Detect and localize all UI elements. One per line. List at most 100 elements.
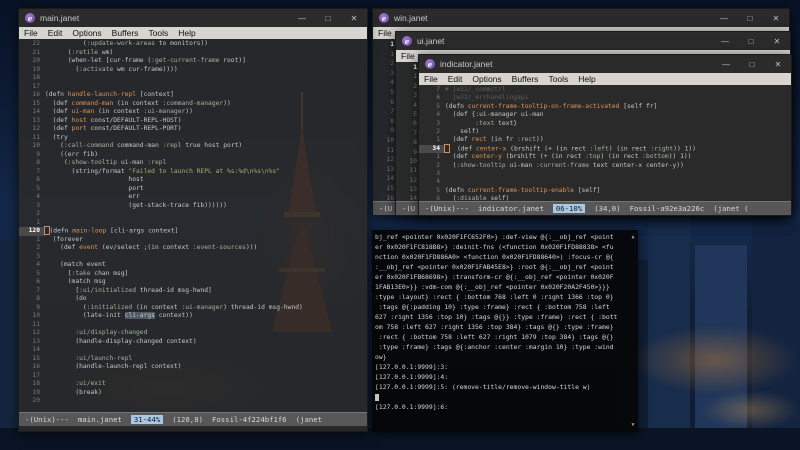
menu-options[interactable]: Options (472, 74, 501, 84)
maximize-button[interactable]: □ (737, 9, 763, 27)
code-line[interactable]: 5 port (19, 185, 367, 194)
code-line[interactable]: 5 (defn current-frame-tooltip-enable [sel… (419, 187, 791, 195)
code-line[interactable]: 15 (def command-man (in context :command… (19, 100, 367, 109)
menu-tools[interactable]: Tools (548, 74, 568, 84)
menu-tools[interactable]: Tools (148, 28, 168, 38)
code-line[interactable]: 22 (:update-work-areas to monitors)) (19, 40, 367, 49)
code-line[interactable]: 7 [:ui/initialized thread-id msg-hwnd] (19, 287, 367, 296)
window-title: indicator.janet (440, 59, 493, 69)
titlebar[interactable]: e ui.janet — □ ✕ (396, 32, 790, 50)
code-line[interactable]: 20 (when-let [cur-frame (:get-current-fr… (19, 57, 367, 66)
code-line[interactable]: 6 host (19, 176, 367, 185)
menu-file[interactable]: File (424, 74, 438, 84)
code-line[interactable]: 9 (:initialized (in context :ui-manager)… (19, 304, 367, 313)
code-line[interactable]: 6 (match msg (19, 278, 367, 287)
code-line[interactable]: 17 (19, 83, 367, 92)
code-line[interactable]: 120 (defn main-loop [cli-args context] (19, 226, 367, 236)
menu-edit[interactable]: Edit (448, 74, 463, 84)
code-line[interactable]: 13 (def host const/DEFAULT-REPL-HOST) (19, 117, 367, 126)
code-area[interactable]: 22 (:update-work-areas to monitors)) 21 (… (19, 39, 367, 412)
code-line[interactable]: 8 (:show-tooltip ui-man :repl (19, 159, 367, 168)
code-line[interactable]: 3 :text text} (419, 120, 791, 128)
code-line[interactable]: 2 self) (419, 128, 791, 136)
code-line[interactable]: 16 (handle-launch-repl context) (19, 363, 367, 372)
code-line[interactable]: 3 (419, 170, 791, 178)
code-line[interactable]: 19 (:activate wm cur-frame)))) (19, 66, 367, 75)
code-line[interactable]: 1 (def center-y (brshift (+ (in rect :to… (419, 153, 791, 161)
minimize-button[interactable]: — (713, 55, 739, 73)
menu-options[interactable]: Options (72, 28, 101, 38)
menu-help[interactable]: Help (178, 28, 195, 38)
code-line[interactable]: 4 err (19, 193, 367, 202)
menu-file[interactable]: File (378, 28, 392, 38)
console-line: [127.0.0.1:9999]:5: (remove-title/remove… (375, 383, 591, 391)
code-line[interactable]: 1 (def rect (in fr :rect)) (419, 136, 791, 144)
code-line[interactable]: 2 (:show-tooltip ui-man :current-frame t… (419, 162, 791, 170)
titlebar[interactable]: e main.janet — □ ✕ (19, 9, 367, 27)
code-line[interactable]: 14 (def ui-man (in context :ui-manager)) (19, 108, 367, 117)
code-line[interactable]: 3 (get-stack-trace fib)))))) (19, 202, 367, 211)
code-line[interactable]: 1 (19, 219, 367, 228)
code-line[interactable]: 13 (handle-display-changed context) (19, 338, 367, 347)
menu-file[interactable]: File (401, 51, 415, 61)
line-number: 5 (36, 184, 40, 192)
code-line[interactable]: 11 (19, 321, 367, 330)
scroll-down-arrow[interactable]: ▼ (629, 421, 637, 429)
code-line[interactable]: 20 (19, 397, 367, 406)
modeline[interactable]: -(Unix)--- main.janet 31-44% (120,8) Fossil-… (19, 412, 367, 426)
minimize-button[interactable]: — (289, 9, 315, 27)
minimize-button[interactable]: — (712, 32, 738, 50)
code-line[interactable]: 1 (forever (19, 236, 367, 245)
code-line[interactable]: 34 (def center-x (brshift (+ (in rect :l… (419, 143, 791, 154)
menu-edit[interactable]: Edit (48, 28, 63, 38)
code-line[interactable]: 14 (19, 346, 367, 355)
code-line[interactable]: 8 (do (19, 295, 367, 304)
code-line[interactable]: 7 (string/format "Failed to launch REPL … (19, 168, 367, 177)
code-line[interactable]: 6 jw32/_errhandlingapi (419, 94, 791, 102)
line-number: 15 (32, 354, 40, 362)
code-line[interactable]: 12 (def port const/DEFAULT-REPL-PORT) (19, 125, 367, 134)
code-line[interactable]: 5 [:take chan msg] (19, 270, 367, 279)
repl-console[interactable]: bj_ref <pointer 0x020F1FC652F0>} :def-vi… (372, 230, 638, 432)
minibuffer[interactable] (19, 426, 367, 431)
close-button[interactable]: ✕ (341, 9, 367, 27)
maximize-button[interactable]: □ (738, 32, 764, 50)
scroll-up-arrow[interactable]: ▲ (629, 233, 637, 241)
maximize-button[interactable]: □ (315, 9, 341, 27)
code-line[interactable]: 15 :ui/launch-repl (19, 355, 367, 364)
code-line[interactable]: 4 (match event (19, 261, 367, 270)
code-line[interactable]: 6 (:disable self) (419, 195, 791, 201)
titlebar[interactable]: e win.janet — □ ✕ (373, 9, 789, 27)
menu-file[interactable]: File (24, 28, 38, 38)
maximize-button[interactable]: □ (739, 55, 765, 73)
code-line[interactable]: 4 (419, 178, 791, 186)
code-line[interactable]: 12 :ui/display-changed (19, 329, 367, 338)
code-line[interactable]: 18 (19, 74, 367, 83)
menu-buffers[interactable]: Buffers (112, 28, 139, 38)
code-area[interactable]: 7 # jw32/_commctrl 6 jw32/_errhandlingapi 5… (419, 85, 791, 201)
code-line[interactable]: 11 (try (19, 134, 367, 143)
menu-buffers[interactable]: Buffers (512, 74, 539, 84)
close-button[interactable]: ✕ (763, 9, 789, 27)
minimize-button[interactable]: — (711, 9, 737, 27)
code-line[interactable]: 10 (:call-command command-man :repl true… (19, 142, 367, 151)
code-line[interactable]: 2 (19, 210, 367, 219)
code-line[interactable]: 18 :ui/exit (19, 380, 367, 389)
code-line[interactable]: 7 # jw32/_commctrl (419, 86, 791, 94)
code-line[interactable]: 5 (defn current-frame-tooltip-on-frame-ac… (419, 103, 791, 111)
code-line[interactable]: 10 (late-init cli-args context)) (19, 312, 367, 321)
line-number: 12 (32, 125, 40, 132)
code-line[interactable]: 9 ((err fib) (19, 151, 367, 160)
menu-help[interactable]: Help (578, 74, 595, 84)
titlebar[interactable]: e indicator.janet — □ ✕ (419, 55, 791, 73)
code-line[interactable]: 2 (def event (ev/select ;(in context :ev… (19, 244, 367, 253)
close-button[interactable]: ✕ (765, 55, 791, 73)
code-line[interactable]: 19 (break) (19, 389, 367, 398)
code-line[interactable]: 16 (defn handle-launch-repl [context] (19, 91, 367, 100)
code-line[interactable]: 21 (:retile wm) (19, 49, 367, 58)
code-line[interactable]: 4 (def {:ui-manager ui-man (419, 111, 791, 119)
code-line[interactable]: 3 (19, 253, 367, 262)
close-button[interactable]: ✕ (764, 32, 790, 50)
modeline[interactable]: -(Unix)--- indicator.janet 06-10% (34,0) Fos… (419, 201, 791, 215)
code-line[interactable]: 17 (19, 372, 367, 381)
